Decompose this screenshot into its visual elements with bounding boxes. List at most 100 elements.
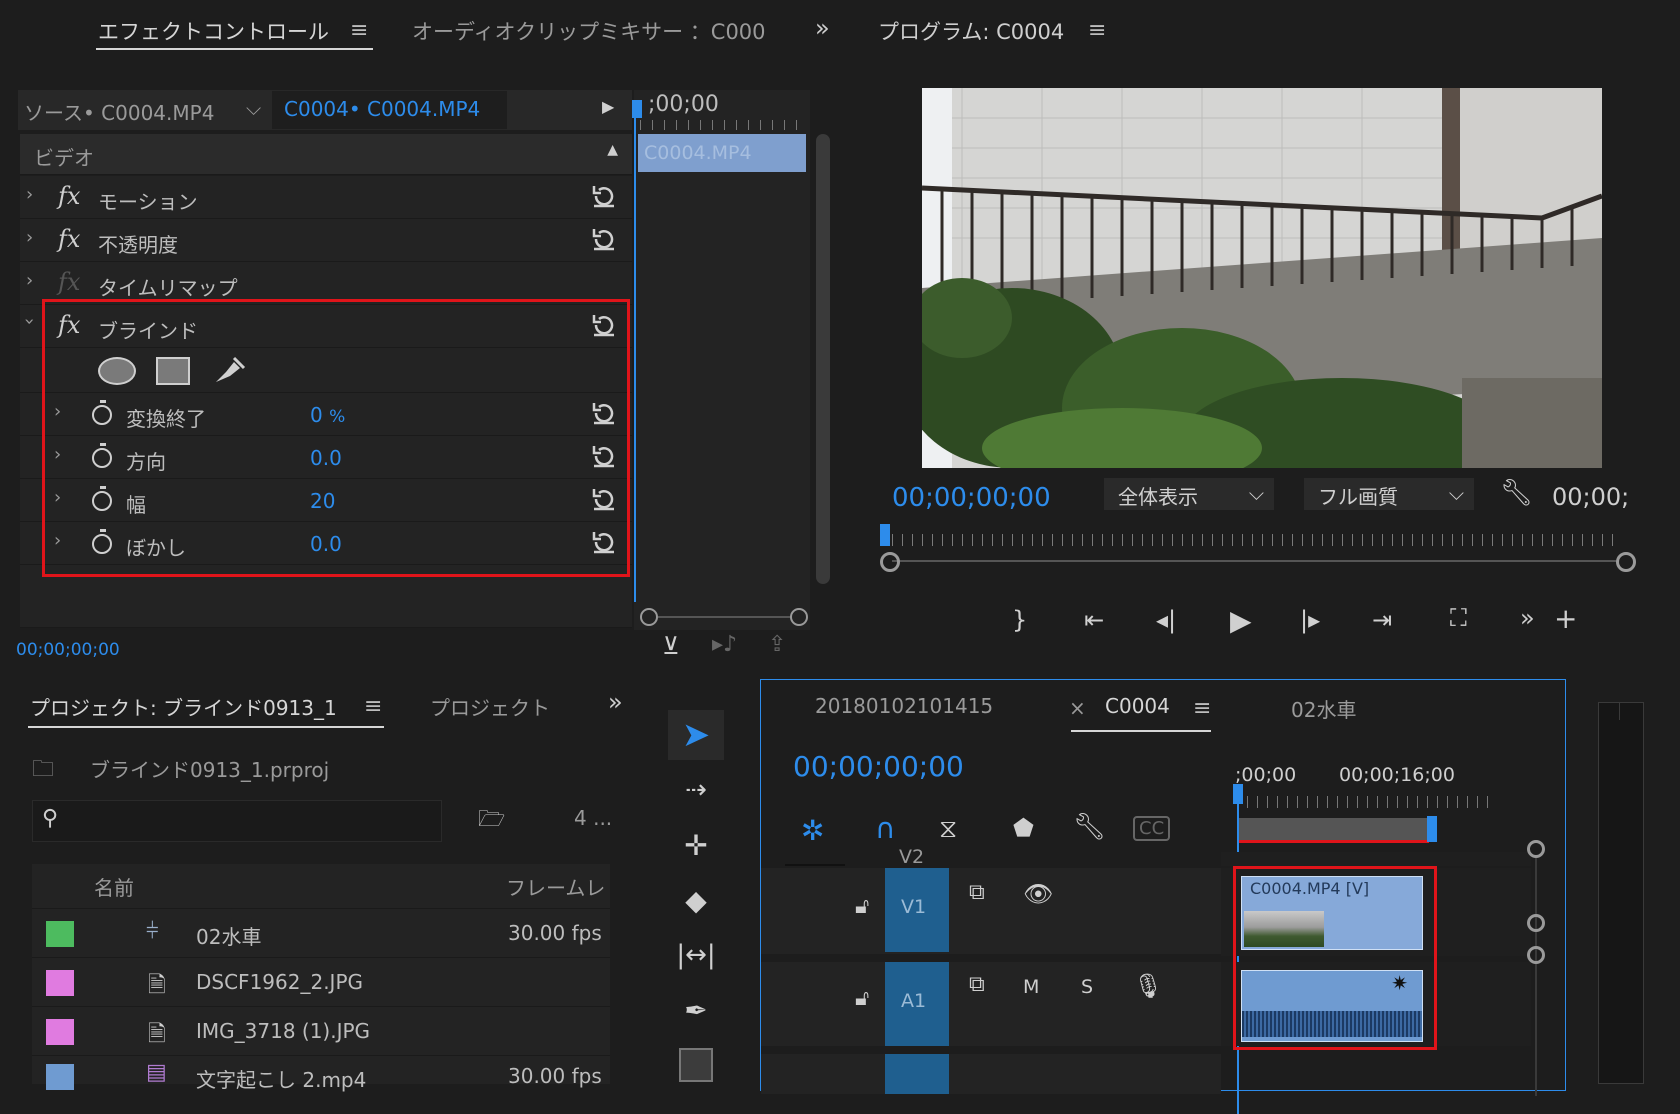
collapse-up-icon[interactable]: ▲ xyxy=(607,142,618,158)
footer-timecode[interactable]: 00;00;00;00 xyxy=(16,640,120,660)
mini-hscroll-left[interactable] xyxy=(640,608,658,626)
video-frame[interactable] xyxy=(922,88,1602,468)
step-forward-icon[interactable]: |▸ xyxy=(1300,606,1320,634)
ripple-edit-tool-icon[interactable]: ✛ xyxy=(668,820,724,870)
timeline-playhead-handle[interactable] xyxy=(1233,784,1243,804)
panel-overflow-icon[interactable]: » xyxy=(608,688,623,716)
column-header-name[interactable]: 名前 xyxy=(94,872,134,901)
mark-out-icon[interactable]: } xyxy=(1012,606,1027,634)
expand-chevron-icon[interactable]: › xyxy=(26,270,33,291)
pen-tool-icon[interactable]: ✒ xyxy=(668,985,724,1035)
go-to-out-icon[interactable]: ⇥ xyxy=(1372,606,1392,634)
step-back-icon[interactable]: ◂| xyxy=(1156,606,1176,634)
export-icon[interactable]: ⇪ xyxy=(768,632,786,657)
panel-menu-icon[interactable]: ≡ xyxy=(1088,18,1106,43)
scroll-handle-top[interactable] xyxy=(1527,840,1545,858)
tab-sequence-02suisha[interactable]: 02水車 xyxy=(1291,694,1356,723)
list-item[interactable]: ⫩ 02水車 30.00 fps xyxy=(32,908,610,957)
program-timecode[interactable]: 00;00;00;00 xyxy=(892,483,1051,513)
lock-icon[interactable]: 🔓︎ xyxy=(855,986,869,1011)
wrench-icon[interactable]: 🔧︎ xyxy=(1500,478,1533,508)
program-title[interactable]: プログラム: C0004 xyxy=(878,16,1064,46)
panel-menu-icon[interactable]: ≡ xyxy=(364,694,382,719)
microphone-icon[interactable]: 🎙︎ xyxy=(1133,972,1163,1000)
label-color-swatch[interactable] xyxy=(46,921,74,947)
captions-icon[interactable]: CC xyxy=(1133,816,1171,841)
solo-button[interactable]: S xyxy=(1081,976,1093,998)
eye-icon[interactable]: 👁︎ xyxy=(1023,880,1053,908)
timeline-ruler-ticks[interactable] xyxy=(1237,796,1497,808)
search-input[interactable] xyxy=(32,800,442,842)
mini-playhead[interactable] xyxy=(634,102,636,602)
mini-scrollbar[interactable] xyxy=(816,134,830,584)
work-area-bar[interactable] xyxy=(1239,818,1429,840)
program-playhead[interactable] xyxy=(880,524,890,546)
tab-project-active[interactable]: プロジェクト: ブラインド0913_1 xyxy=(30,692,337,721)
sync-lock-icon[interactable]: ⧉ xyxy=(969,880,985,905)
timeline-timecode[interactable]: 00;00;00;00 xyxy=(793,750,964,783)
mini-hscroll-right[interactable] xyxy=(790,608,808,626)
lock-icon[interactable]: 🔓︎ xyxy=(855,894,869,919)
track-target-a2[interactable] xyxy=(885,1054,949,1094)
scroll-handle-bottom[interactable] xyxy=(1527,946,1545,964)
new-search-bin-icon[interactable]: 🗁︎ xyxy=(478,802,505,840)
tab-effect-controls[interactable]: エフェクトコントロール xyxy=(98,16,329,46)
track-label-v2[interactable]: V2 xyxy=(899,846,924,868)
panel-menu-icon[interactable]: ≡ xyxy=(1193,696,1211,721)
reset-icon[interactable] xyxy=(590,182,618,215)
tab-project-inactive[interactable]: プロジェクト xyxy=(430,692,550,721)
effect-row-motion[interactable]: › fx モーション xyxy=(20,176,632,219)
label-color-swatch[interactable] xyxy=(46,1019,74,1045)
export-frame-icon[interactable]: ⛶ xyxy=(1450,604,1467,632)
audio-only-icon[interactable]: ▸♪ xyxy=(712,632,737,657)
filter-icon[interactable]: ⊻ xyxy=(662,632,680,660)
zoom-select[interactable]: 全体表示 ⌵ xyxy=(1104,478,1274,510)
settings-wrench-icon[interactable]: 🔧︎ xyxy=(1073,812,1106,842)
zoom-bar-left-handle[interactable] xyxy=(880,552,900,572)
chevron-down-icon[interactable]: ⌵ xyxy=(246,96,261,120)
list-item[interactable]: 🗎︎ IMG_3718 (1).JPG xyxy=(32,1006,610,1055)
add-button-icon[interactable]: + xyxy=(1554,602,1577,635)
list-item[interactable]: 🗎︎ DSCF1962_2.JPG xyxy=(32,957,610,1006)
collapse-chevron-icon[interactable]: › xyxy=(19,318,40,325)
fx-icon[interactable]: fx xyxy=(58,225,80,253)
expand-chevron-icon[interactable]: › xyxy=(26,184,33,205)
track-select-tool-icon[interactable]: ⇢ xyxy=(668,765,724,815)
insert-sequence-icon[interactable]: ⧖ xyxy=(939,814,957,845)
quality-select[interactable]: フル画質 ⌵ xyxy=(1304,478,1474,510)
tab-audio-clip-mixer[interactable]: オーディオクリップミキサー ：C000 xyxy=(412,16,767,46)
linked-selection-icon[interactable]: ∩ xyxy=(875,812,896,845)
sequence-clip-label[interactable]: C0004• C0004.MP4 xyxy=(284,97,480,121)
fx-icon[interactable]: fx xyxy=(58,182,80,210)
tab-sequence-c0004[interactable]: C0004 xyxy=(1105,694,1170,718)
close-icon[interactable]: × xyxy=(1069,696,1086,720)
video-section-header[interactable]: ビデオ ▲ xyxy=(20,134,632,175)
add-marker-icon[interactable]: ⬟ xyxy=(1013,814,1034,842)
mini-playhead-handle[interactable] xyxy=(632,100,642,118)
panel-menu-icon[interactable]: ≡ xyxy=(350,18,368,43)
zoom-bar-track[interactable] xyxy=(892,560,1616,562)
tab-sequence-20180102101415[interactable]: 20180102101415 xyxy=(815,694,993,718)
label-color-swatch[interactable] xyxy=(46,970,74,996)
vertical-scroll-track[interactable] xyxy=(1535,856,1537,1096)
work-area-right-handle[interactable] xyxy=(1427,816,1437,842)
reset-icon[interactable] xyxy=(590,225,618,258)
program-ruler[interactable] xyxy=(882,534,1614,546)
expand-chevron-icon[interactable]: › xyxy=(26,227,33,248)
hand-tool-icon[interactable] xyxy=(668,1040,724,1090)
column-header-framerate[interactable]: フレームレ xyxy=(506,872,610,901)
panel-overflow-icon[interactable]: » xyxy=(815,14,830,42)
selection-tool-icon[interactable]: ➤ xyxy=(668,710,724,760)
mute-button[interactable]: M xyxy=(1023,976,1039,998)
slip-tool-icon[interactable]: |↔| xyxy=(668,930,724,980)
go-to-in-icon[interactable]: ⇤ xyxy=(1084,606,1104,634)
effect-row-opacity[interactable]: › fx 不透明度 xyxy=(20,219,632,262)
play-triangle-icon[interactable]: ▶ xyxy=(602,97,614,116)
folder-up-icon[interactable]: 🗀︎ xyxy=(32,752,54,790)
list-item[interactable]: ▤ 文字起こし 2.mp4 30.00 fps xyxy=(32,1055,610,1104)
overflow-icon[interactable]: » xyxy=(1520,604,1535,632)
razor-tool-icon[interactable]: ◆ xyxy=(668,875,724,925)
mini-hscroll-track[interactable] xyxy=(658,616,792,618)
snap-icon[interactable]: ✲ xyxy=(801,814,824,847)
play-icon[interactable]: ▶ xyxy=(1230,604,1252,637)
